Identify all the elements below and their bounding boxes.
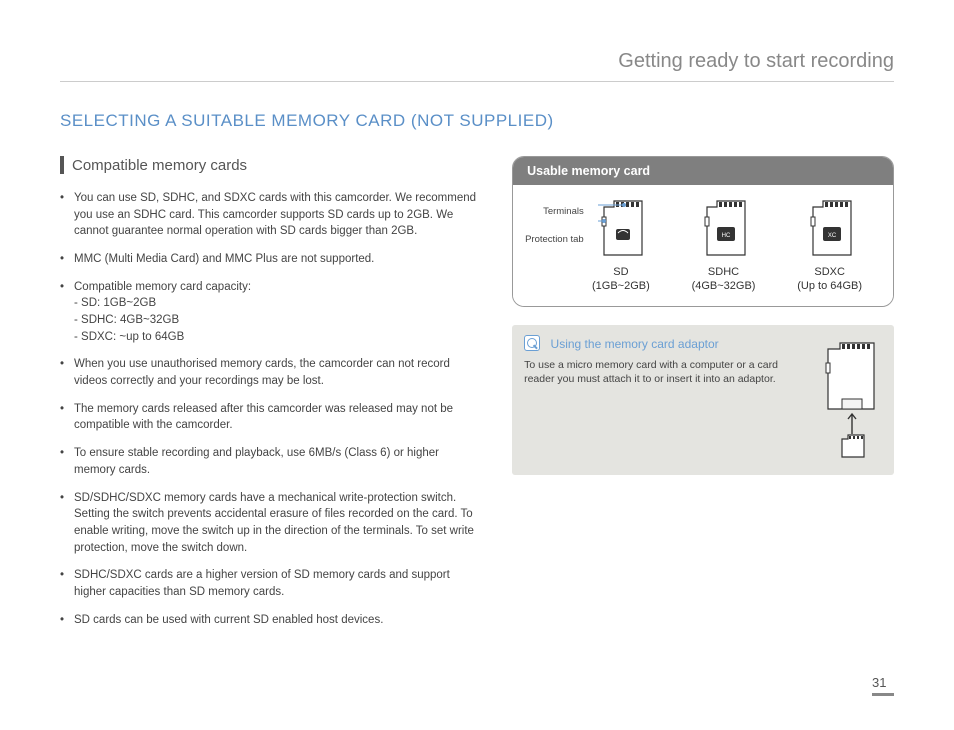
card-capacity: (1GB~2GB) [592,279,650,293]
right-column: Usable memory card Terminals Protection … [512,156,894,639]
usable-card-panel: Usable memory card Terminals Protection … [512,156,894,307]
magnifier-icon [524,335,540,351]
list-item: SD cards can be used with current SD ena… [60,612,482,629]
list-item: To ensure stable recording and playback,… [60,445,482,478]
card-name: SDHC [692,265,756,279]
card-capacity: (Up to 64GB) [797,279,862,293]
svg-text:HC: HC [721,233,730,239]
sub-item: - SDXC: ~up to 64GB [74,329,482,346]
left-column: Compatible memory cards You can use SD, … [60,156,482,639]
adaptor-illustration [812,339,882,464]
card-name: SD [592,265,650,279]
card-sdxc: XC SDXC (Up to 64GB) [797,199,862,294]
list-text: SD/SDHC/SDXC memory cards have a mechani… [74,492,474,554]
info-title: Using the memory card adaptor [551,336,719,350]
list-item: The memory cards released after this cam… [60,401,482,434]
cards-row: Terminals Protection tab [523,199,883,294]
svg-text:XC: XC [827,233,836,239]
list-item: Compatible memory card capacity: - SD: 1… [60,279,482,346]
sub-item: - SDHC: 4GB~32GB [74,312,482,329]
list-text: Compatible memory card capacity: [74,281,251,293]
panel-body: Terminals Protection tab [513,185,893,306]
page-number: 31 [872,675,894,696]
manual-page: Getting ready to start recording SELECTI… [0,0,954,679]
terminals-label: Terminals [525,207,584,217]
sub-item: - SD: 1GB~2GB [74,295,482,312]
protection-label: Protection tab [525,235,584,245]
card-sdhc: HC SDHC (4GB~32GB) [692,199,756,294]
subheading-row: Compatible memory cards [60,156,482,174]
page-heading: SELECTING A SUITABLE MEMORY CARD (NOT SU… [60,110,894,132]
subheading: Compatible memory cards [72,157,247,174]
sd-card-icon [598,199,644,257]
list-text: The memory cards released after this cam… [74,403,453,432]
list-item: When you use unauthorised memory cards, … [60,356,482,389]
two-column-layout: Compatible memory cards You can use SD, … [60,156,894,639]
card-sd: SD (1GB~2GB) [592,199,650,294]
list-item: SD/SDHC/SDXC memory cards have a mechani… [60,490,482,557]
card-capacity: (4GB~32GB) [692,279,756,293]
sdhc-card-icon: HC [701,199,747,257]
sub-list: - SD: 1GB~2GB - SDHC: 4GB~32GB - SDXC: ~… [74,295,482,345]
bullet-list: You can use SD, SDHC, and SDXC cards wit… [60,190,482,628]
list-text: You can use SD, SDHC, and SDXC cards wit… [74,192,476,237]
pointer-labels: Terminals Protection tab [525,207,584,244]
list-item: You can use SD, SDHC, and SDXC cards wit… [60,190,482,240]
card-name: SDXC [797,265,862,279]
subheading-bar-icon [60,156,64,174]
list-text: When you use unauthorised memory cards, … [74,358,450,387]
list-text: To ensure stable recording and playback,… [74,447,439,476]
sdxc-card-icon: XC [807,199,853,257]
list-text: SD cards can be used with current SD ena… [74,614,383,626]
panel-title: Usable memory card [513,157,893,185]
chapter-title: Getting ready to start recording [60,50,894,82]
list-text: MMC (Multi Media Card) and MMC Plus are … [74,253,374,265]
list-text: SDHC/SDXC cards are a higher version of … [74,569,450,598]
info-text: To use a micro memory card with a comput… [524,358,784,387]
list-item: SDHC/SDXC cards are a higher version of … [60,567,482,600]
list-item: MMC (Multi Media Card) and MMC Plus are … [60,251,482,268]
info-box: Using the memory card adaptor To use a m… [512,325,894,475]
